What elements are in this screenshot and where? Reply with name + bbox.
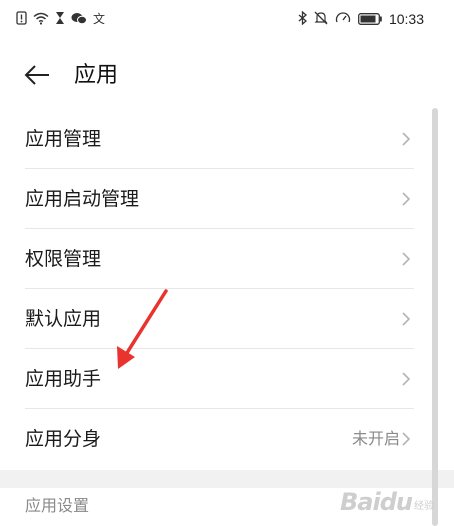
watermark-subtext: 经验 xyxy=(414,501,434,512)
bluetooth-icon xyxy=(298,10,307,29)
section-header-app-settings: 应用设置 xyxy=(25,496,90,515)
chevron-right-icon xyxy=(402,252,411,266)
back-button[interactable] xyxy=(22,60,52,90)
section-gap xyxy=(0,470,454,488)
battery-icon xyxy=(358,10,382,29)
list-item-label: 应用助手 xyxy=(25,368,102,390)
chevron-right-icon xyxy=(402,192,411,206)
page-title: 应用 xyxy=(74,62,119,87)
list-item-value: 未开启 xyxy=(351,429,400,448)
hourglass-icon xyxy=(55,10,65,29)
watermark-text: Baidu xyxy=(340,488,413,516)
list-item-label: 权限管理 xyxy=(25,248,102,270)
baidu-watermark-logo: Baidu 经验 xyxy=(340,488,434,516)
app-header: 应用 xyxy=(0,48,454,102)
list-item-permission-management[interactable]: 权限管理 xyxy=(0,229,454,289)
speed-icon xyxy=(335,10,351,29)
list-item-label: 应用管理 xyxy=(25,128,102,150)
back-arrow-icon xyxy=(24,65,49,85)
status-left-icons: 文 xyxy=(16,10,106,29)
list-item-default-apps[interactable]: 默认应用 xyxy=(0,289,454,349)
list-item-label: 默认应用 xyxy=(25,308,102,330)
chevron-right-icon xyxy=(402,132,411,146)
wifi-icon xyxy=(33,10,49,29)
chevron-right-icon xyxy=(402,372,411,386)
status-time: 10:33 xyxy=(388,11,424,27)
chevron-right-icon xyxy=(402,432,411,446)
wechat-icon xyxy=(71,10,87,29)
character-icon: 文 xyxy=(93,12,106,26)
status-bar: 文 10:33 xyxy=(0,0,454,38)
mute-icon xyxy=(314,10,328,29)
scrollbar[interactable] xyxy=(432,108,438,526)
list-item-label: 应用启动管理 xyxy=(25,188,140,210)
list-item-startup-management[interactable]: 应用启动管理 xyxy=(0,169,454,229)
settings-list: 应用管理 应用启动管理 权限管理 默认应用 应用助手 应用分身 未开启 xyxy=(0,109,454,469)
list-item-app-twin[interactable]: 应用分身 未开启 xyxy=(0,409,454,469)
list-item-label: 应用分身 xyxy=(25,428,102,450)
chevron-right-icon xyxy=(402,312,411,326)
list-item-app-management[interactable]: 应用管理 xyxy=(0,109,454,169)
sim-alert-icon xyxy=(16,10,27,29)
list-item-app-assistant[interactable]: 应用助手 xyxy=(0,349,454,409)
status-right-icons: 10:33 xyxy=(298,10,424,29)
